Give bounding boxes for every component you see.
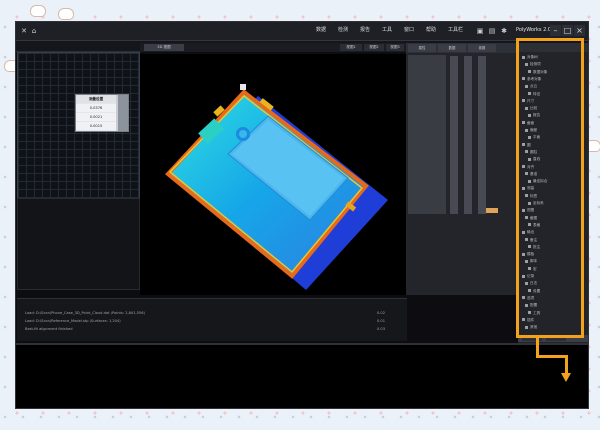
console-value: 0.03 (377, 327, 386, 331)
folder-icon[interactable]: ▤ (488, 27, 496, 35)
bunny-decoration (30, 5, 46, 17)
minimize-icon[interactable]: – (550, 25, 561, 36)
tab-params[interactable]: 参数 (468, 44, 496, 52)
properties-tabs: 属性 数据 参数 (406, 43, 518, 53)
value-marker (486, 208, 498, 213)
annotation-arrow (536, 355, 568, 358)
popup-title: 测量设置 (76, 95, 116, 104)
properties-list[interactable] (408, 55, 446, 214)
settings-icon[interactable]: ✱ (500, 27, 508, 35)
menu-item[interactable]: 数据 (316, 26, 326, 33)
left-lower-panel (17, 198, 140, 290)
title-bar: ✕ ⌂ 数据 检测 报告 工具 窗口 帮助 工具栏 ▣ ▤ ✱ PolyWork… (16, 22, 588, 41)
viewport-tabs: 3D 视图 视图1 视图2 视图3 (140, 43, 406, 52)
console-value: 0.02 (377, 311, 386, 315)
annotation-highlight-box (516, 38, 584, 338)
grid-panel[interactable]: 测量设置 0.0376 0.0021 0.0015 (17, 52, 140, 199)
menu-item[interactable]: 工具栏 (448, 26, 463, 33)
menu-item[interactable]: 窗口 (404, 26, 414, 33)
bottom-panel (16, 343, 588, 408)
save-icon[interactable]: ▣ (476, 27, 484, 35)
console-panel: Load: D:\Scan\Phone_Case_3D_Point_Cloud.… (17, 298, 407, 341)
menu-item[interactable]: 检测 (338, 26, 348, 33)
annotation-arrow (565, 355, 568, 375)
close-icon[interactable]: × (574, 25, 585, 36)
app-icon: ✕ (21, 27, 27, 35)
tab-3d-view[interactable]: 3D 视图 (144, 44, 184, 51)
console-value: 0.01 (377, 319, 386, 323)
properties-column (450, 56, 458, 214)
maximize-icon[interactable]: □ (562, 25, 573, 36)
menu-item[interactable]: 工具 (382, 26, 392, 33)
properties-column (478, 56, 486, 214)
console-line: Load: D:\Scan\Phone_Case_3D_Point_Cloud.… (25, 311, 145, 315)
popup-side-buttons[interactable] (118, 95, 128, 131)
phone-scan-model (165, 84, 388, 290)
popup-value[interactable]: 0.0021 (76, 113, 116, 122)
home-icon[interactable]: ⌂ (30, 27, 38, 35)
popup-value[interactable]: 0.0376 (76, 104, 116, 113)
tab-view1[interactable]: 视图1 (340, 44, 362, 51)
console-line: Best-fit alignment finished (25, 327, 73, 331)
annotation-arrow-head (561, 373, 571, 382)
3d-viewport[interactable] (140, 54, 406, 295)
console-line: Load: D:\Scan\Reference_Model.stp (Surfa… (25, 319, 121, 323)
app-window: ✕ ⌂ 数据 检测 报告 工具 窗口 帮助 工具栏 ▣ ▤ ✱ PolyWork… (15, 21, 589, 409)
popup-value[interactable]: 0.0015 (76, 122, 116, 131)
measurement-popup: 测量设置 0.0376 0.0021 0.0015 (75, 94, 129, 132)
bunny-decoration (58, 8, 74, 20)
properties-column (464, 56, 472, 214)
menu-item[interactable]: 帮助 (426, 26, 436, 33)
menu-item[interactable]: 报告 (360, 26, 370, 33)
window-title: PolyWorks 2.0 (516, 27, 552, 33)
tab-view3[interactable]: 视图3 (386, 44, 404, 51)
tab-view2[interactable]: 视图2 (364, 44, 384, 51)
tab-data[interactable]: 数据 (438, 44, 466, 52)
tab-properties[interactable]: 属性 (408, 44, 436, 52)
